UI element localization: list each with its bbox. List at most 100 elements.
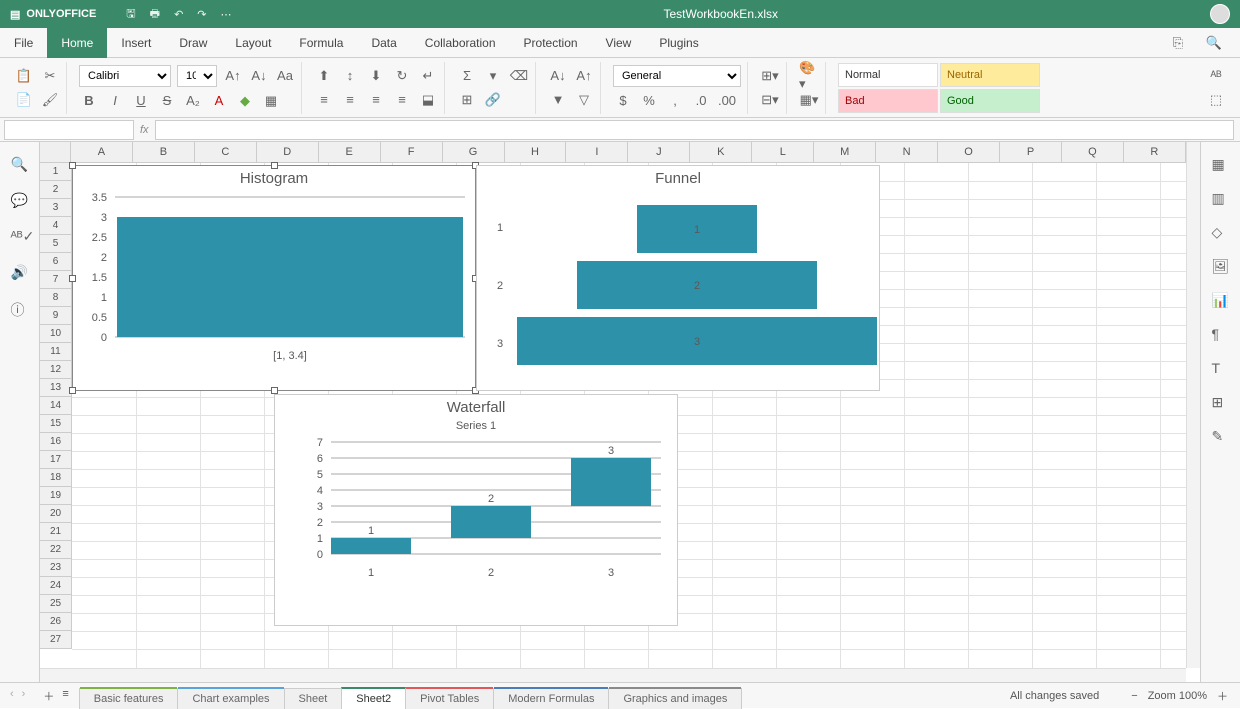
prev-sheet-icon[interactable]: ‹ [10, 688, 14, 704]
style-bad[interactable]: Bad [838, 89, 938, 113]
col-header[interactable]: F [381, 142, 443, 162]
select-all-icon[interactable]: ⬚ [1206, 90, 1226, 110]
orientation-icon[interactable]: ↻ [392, 66, 412, 86]
wrap-icon[interactable]: ↵ [418, 66, 438, 86]
row-header[interactable]: 20 [40, 505, 71, 523]
col-header[interactable]: P [1000, 142, 1062, 162]
filter-icon[interactable]: ▼ [548, 90, 568, 110]
horizontal-scrollbar[interactable] [40, 668, 1186, 682]
comma-icon[interactable]: , [665, 91, 685, 111]
increase-decimal-icon[interactable]: .00 [717, 91, 737, 111]
col-header[interactable]: J [628, 142, 690, 162]
cell-settings-icon[interactable]: ▦ [1212, 156, 1230, 174]
save-icon[interactable]: 🖫 [126, 5, 135, 24]
row-header[interactable]: 9 [40, 307, 71, 325]
signature-icon[interactable]: ✎ [1212, 428, 1230, 446]
print-icon[interactable]: 🖶 [150, 5, 160, 24]
link-icon[interactable]: 🔗 [483, 90, 503, 110]
copy-icon[interactable]: 📋 [14, 66, 34, 86]
chart-waterfall[interactable]: Waterfall Series 1 7 6 5 4 3 2 [274, 394, 678, 626]
row-header[interactable]: 13 [40, 379, 71, 397]
col-header[interactable]: C [195, 142, 257, 162]
italic-icon[interactable]: I [105, 91, 125, 111]
font-size-select[interactable]: 10 [177, 65, 217, 87]
tab-graphics[interactable]: Graphics and images [608, 688, 742, 709]
col-header[interactable]: K [690, 142, 752, 162]
sum-icon[interactable]: Σ [457, 66, 477, 86]
redo-icon[interactable]: ↷ [197, 8, 206, 21]
row-header[interactable]: 7 [40, 271, 71, 289]
col-header[interactable]: D [257, 142, 319, 162]
borders-icon[interactable]: ▦ [261, 91, 281, 111]
row-header[interactable]: 2 [40, 181, 71, 199]
underline-icon[interactable]: U [131, 91, 151, 111]
style-normal[interactable]: Normal [838, 63, 938, 87]
tab-modern[interactable]: Modern Formulas [493, 688, 609, 709]
col-header[interactable]: A [71, 142, 133, 162]
align-top-icon[interactable]: ⬆ [314, 66, 334, 86]
percent-icon[interactable]: % [639, 91, 659, 111]
row-header[interactable]: 23 [40, 559, 71, 577]
change-case-icon[interactable]: Aa [275, 66, 295, 86]
format-painter-icon[interactable]: 🖌 [40, 90, 60, 110]
spellcheck-icon[interactable]: ᴬᴮ✓ [11, 228, 29, 246]
conditional-format-icon[interactable]: 🎨▾ [799, 66, 819, 86]
chart-settings-icon[interactable]: 📊 [1212, 292, 1230, 310]
sort-desc-icon[interactable]: A↑ [574, 66, 594, 86]
image-settings-icon[interactable]: 🖼 [1212, 258, 1230, 276]
zoom-in-icon[interactable]: ＋ [1217, 688, 1228, 704]
menu-file[interactable]: File [0, 28, 47, 58]
menu-protection[interactable]: Protection [510, 28, 592, 58]
menu-layout[interactable]: Layout [221, 28, 285, 58]
row-header[interactable]: 21 [40, 523, 71, 541]
menu-insert[interactable]: Insert [107, 28, 165, 58]
sheet-list-icon[interactable]: ≡ [62, 688, 68, 704]
col-header[interactable]: O [938, 142, 1000, 162]
row-header[interactable]: 5 [40, 235, 71, 253]
zoom-out-icon[interactable]: − [1131, 690, 1137, 702]
user-avatar[interactable] [1210, 4, 1230, 24]
menu-plugins[interactable]: Plugins [645, 28, 712, 58]
menu-home[interactable]: Home [47, 28, 107, 58]
row-header[interactable]: 1 [40, 163, 71, 181]
bold-icon[interactable]: B [79, 91, 99, 111]
clear-icon[interactable]: ⌫ [509, 66, 529, 86]
tab-sheet[interactable]: Sheet [284, 688, 343, 709]
increase-font-icon[interactable]: A↑ [223, 66, 243, 86]
row-header[interactable]: 27 [40, 631, 71, 649]
menu-draw[interactable]: Draw [165, 28, 221, 58]
align-left-icon[interactable]: ≡ [314, 90, 334, 110]
replace-icon[interactable]: ᴬᴮ [1206, 66, 1226, 86]
row-header[interactable]: 6 [40, 253, 71, 271]
menu-view[interactable]: View [592, 28, 646, 58]
number-format-select[interactable]: General [613, 65, 741, 87]
paste-icon[interactable]: 📄 [14, 90, 34, 110]
row-header[interactable]: 19 [40, 487, 71, 505]
comments-icon[interactable]: 💬 [11, 192, 29, 210]
add-sheet-icon[interactable]: ＋ [43, 688, 54, 704]
fill-color-icon[interactable]: ◆ [235, 91, 255, 111]
cell-styles[interactable]: Normal Neutral Bad Good [838, 63, 1040, 113]
justify-icon[interactable]: ≡ [392, 90, 412, 110]
tab-pivot[interactable]: Pivot Tables [405, 688, 494, 709]
tab-sheet2[interactable]: Sheet2 [341, 687, 406, 709]
row-header[interactable]: 25 [40, 595, 71, 613]
row-header[interactable]: 11 [40, 343, 71, 361]
chart-funnel[interactable]: Funnel 1 1 2 2 3 3 [476, 165, 880, 391]
col-header[interactable]: H [505, 142, 567, 162]
col-header[interactable]: B [133, 142, 195, 162]
name-box[interactable] [4, 120, 134, 140]
delete-cells-icon[interactable]: ⊟▾ [760, 90, 780, 110]
style-neutral[interactable]: Neutral [940, 63, 1040, 87]
font-select[interactable]: Calibri [79, 65, 171, 87]
vertical-scrollbar[interactable] [1186, 142, 1200, 668]
align-right-icon[interactable]: ≡ [366, 90, 386, 110]
col-header[interactable]: E [319, 142, 381, 162]
merge-icon[interactable]: ⬓ [418, 90, 438, 110]
select-all-corner[interactable] [40, 142, 71, 162]
decrease-font-icon[interactable]: A↓ [249, 66, 269, 86]
menu-data[interactable]: Data [357, 28, 410, 58]
fill-icon[interactable]: ▾ [483, 66, 503, 86]
col-header[interactable]: N [876, 142, 938, 162]
col-header[interactable]: L [752, 142, 814, 162]
